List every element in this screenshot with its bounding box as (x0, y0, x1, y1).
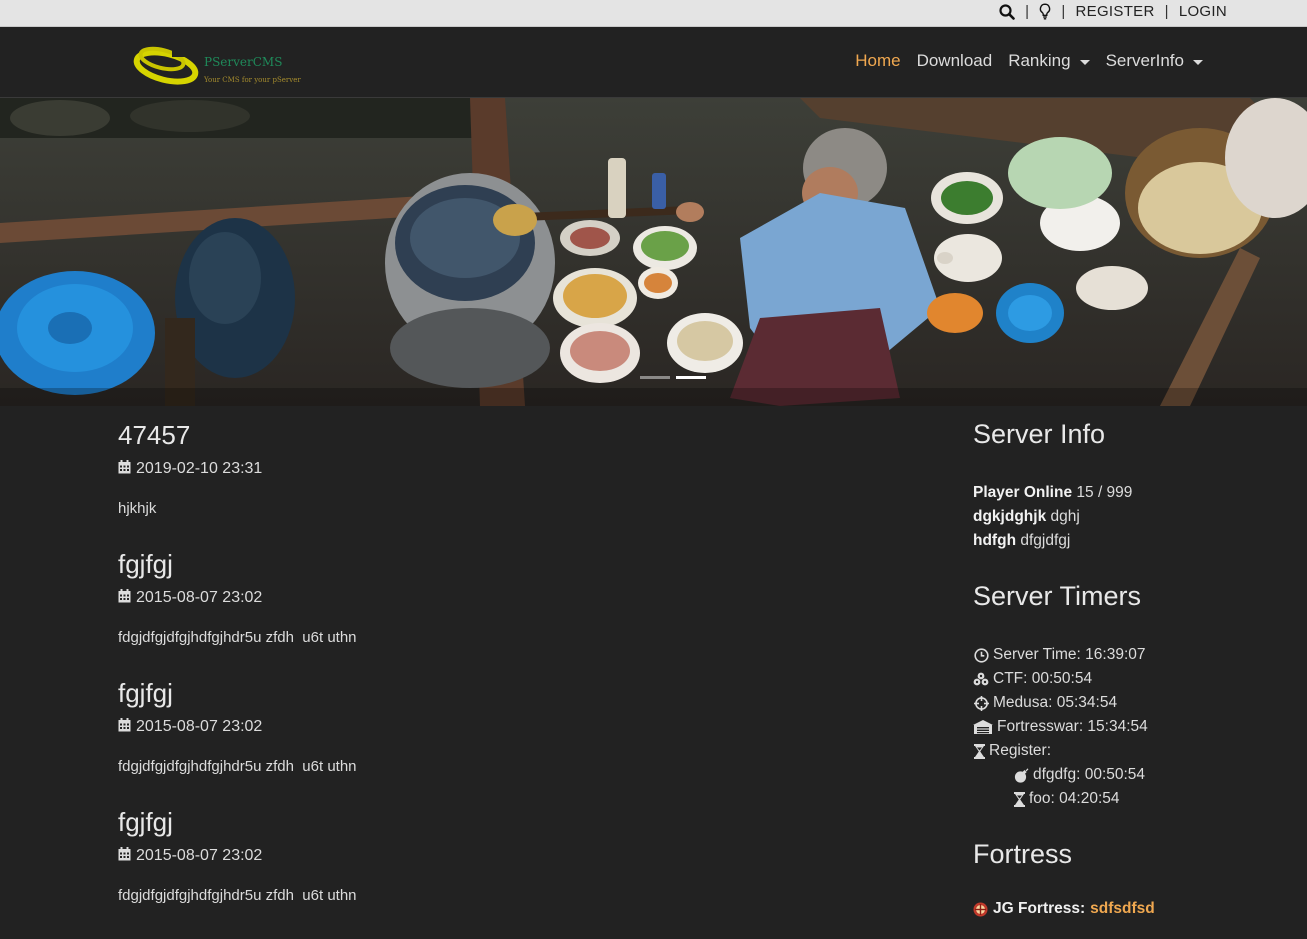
brand-logo[interactable]: PServerCMS Your CMS for your pServer (132, 37, 302, 89)
chevron-down-icon (1079, 59, 1090, 65)
timer-text: Fortresswar: 15:34:54 (997, 718, 1148, 735)
timer-row: CTF: 00:50:54 (973, 667, 1293, 691)
server-info-label: hdfgh (973, 532, 1017, 549)
hourglass-icon (1013, 791, 1025, 807)
carousel-indicator-1[interactable] (640, 376, 670, 379)
fortress-label: JG Fortress: (993, 900, 1086, 917)
ctf-icon (973, 672, 989, 686)
timer-row: Server Time: 16:39:07 (973, 643, 1293, 667)
brand-name: PServerCMS (204, 55, 283, 69)
server-info-label: dgkjdghjk (973, 508, 1047, 525)
calendar-icon (118, 846, 131, 866)
server-info-value: dfgjdfgj (1020, 532, 1071, 549)
register-link[interactable]: REGISTER (1076, 3, 1155, 20)
crosshair-icon (973, 695, 989, 711)
separator: | (1061, 3, 1066, 20)
news-date-text: 2019-02-10 23:31 (136, 460, 263, 477)
news-title: fgjfgj (118, 549, 173, 579)
lightbulb-icon[interactable] (1039, 3, 1051, 20)
timer-text: Register: (989, 742, 1052, 759)
nav-home[interactable]: Home (855, 51, 900, 71)
news-body: fdgjdfgjdfgjhdfgjhdr5u zfdh u6t uthn (118, 887, 357, 904)
nav-download[interactable]: Download (917, 51, 993, 71)
timer-sub-row: dfgdfg: 00:50:54 (973, 763, 1293, 787)
nav-ranking[interactable]: Ranking (1008, 51, 1090, 71)
news-post: 47457 2019-02-10 23:31 hjkhjk (118, 420, 918, 518)
fortress-owner-link[interactable]: sdfsdfsd (1090, 900, 1155, 918)
news-date: 2015-08-07 23:02 (118, 846, 918, 866)
news-post: fgjfgj 2015-08-07 23:02 fdgjdfgjdfgjhdfg… (118, 678, 918, 776)
carousel-slide-image (0, 98, 1307, 406)
timer-text: dfgdfg: 00:50:54 (1033, 766, 1146, 783)
server-info-list: Player Online 15 / 999 dgkjdghjk dghj hd… (973, 481, 1293, 553)
news-title: 47457 (118, 420, 191, 450)
news-date-text: 2015-08-07 23:02 (136, 589, 263, 606)
calendar-icon (118, 717, 131, 737)
nav-serverinfo-label: ServerInfo (1105, 51, 1184, 70)
carousel-indicator-2[interactable] (676, 376, 706, 379)
hero-carousel[interactable] (0, 98, 1307, 406)
fortress-list: JG Fortress: sdfsdfsd (973, 900, 1293, 918)
timer-text: foo: 04:20:54 (1029, 790, 1120, 807)
sidebar: Server Info Player Online 15 / 999 dgkjd… (973, 418, 1293, 918)
server-info-value: 15 / 999 (1076, 484, 1133, 501)
login-link[interactable]: LOGIN (1179, 3, 1227, 20)
timer-text: Medusa: 05:34:54 (993, 694, 1118, 711)
news-date-text: 2015-08-07 23:02 (136, 847, 263, 864)
search-icon[interactable] (999, 3, 1015, 20)
guild-emblem-icon (973, 902, 989, 917)
server-info-heading: Server Info (973, 419, 1106, 449)
top-utility-bar: | | REGISTER | LOGIN (0, 0, 1307, 27)
news-post: fgjfgj 2015-08-07 23:02 fdgjdfgjdfgjhdfg… (118, 549, 918, 647)
fortress-icon (973, 720, 993, 734)
news-body: fdgjdfgjdfgjhdfgjhdr5u zfdh u6t uthn (118, 758, 357, 775)
timer-row: Medusa: 05:34:54 (973, 691, 1293, 715)
server-timers-heading: Server Timers (973, 581, 1142, 611)
news-body: fdgjdfgjdfgjhdfgjhdr5u zfdh u6t uthn (118, 629, 357, 646)
chevron-down-icon (1193, 59, 1203, 65)
server-timers-list: Server Time: 16:39:07 CTF: 00:50:54 Medu… (973, 643, 1293, 811)
server-info-row: dgkjdghjk dghj (973, 505, 1293, 529)
nav-menu: Home Download Ranking ServerInfo (839, 51, 1203, 71)
separator: | (1025, 3, 1030, 20)
calendar-icon (118, 588, 131, 608)
timer-row: Fortresswar: 15:34:54 (973, 715, 1293, 739)
news-list: 47457 2019-02-10 23:31 hjkhjk fgjfgj 201… (118, 420, 918, 905)
server-info-row: hdfgh dfgjdfgj (973, 529, 1293, 553)
server-info-row: Player Online 15 / 999 (973, 481, 1293, 505)
bomb-icon (1013, 767, 1029, 783)
news-post: fgjfgj 2015-08-07 23:02 fdgjdfgjdfgjhdfg… (118, 807, 918, 905)
nav-ranking-label: Ranking (1008, 51, 1071, 70)
server-info-value: dghj (1050, 508, 1080, 525)
topbar-links: | | REGISTER | LOGIN (999, 3, 1227, 20)
brand-tagline: Your CMS for your pServer (204, 76, 301, 84)
news-date: 2019-02-10 23:31 (118, 459, 918, 479)
timer-row: Register: (973, 739, 1293, 763)
news-date: 2015-08-07 23:02 (118, 588, 918, 608)
news-date-text: 2015-08-07 23:02 (136, 718, 263, 735)
news-title: fgjfgj (118, 807, 173, 837)
nav-serverinfo[interactable]: ServerInfo (1106, 51, 1203, 71)
timer-sub-row: foo: 04:20:54 (973, 787, 1293, 811)
news-date: 2015-08-07 23:02 (118, 717, 918, 737)
fortress-heading: Fortress (973, 839, 1073, 869)
news-title: fgjfgj (118, 678, 173, 708)
logo-rings-icon (133, 37, 202, 85)
separator: | (1164, 3, 1169, 20)
timer-text: CTF: 00:50:54 (993, 670, 1093, 687)
carousel-indicators (640, 376, 712, 379)
fortress-row: JG Fortress: sdfsdfsd (973, 900, 1293, 918)
clock-icon (973, 647, 989, 663)
news-body: hjkhjk (118, 500, 157, 517)
main-navbar: PServerCMS Your CMS for your pServer Hom… (0, 27, 1307, 98)
server-info-label: Player Online (973, 484, 1073, 501)
hourglass-icon (973, 743, 985, 759)
calendar-icon (118, 459, 131, 479)
timer-text: Server Time: 16:39:07 (993, 646, 1146, 663)
